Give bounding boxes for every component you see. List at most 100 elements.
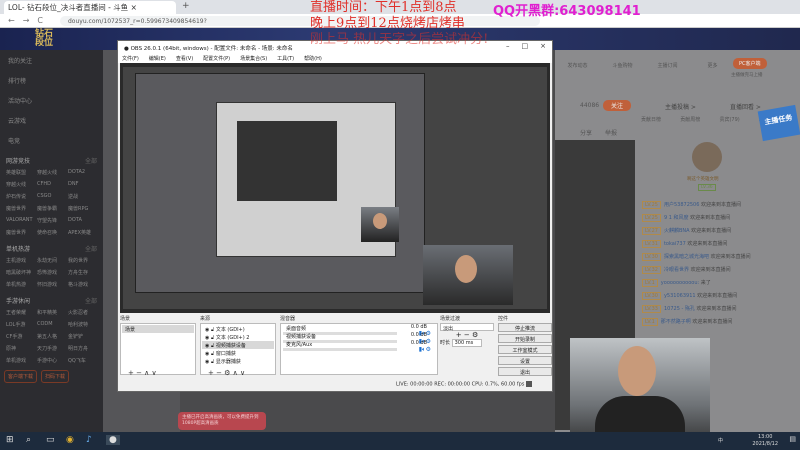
group-more-link[interactable]: 全部	[85, 296, 97, 305]
chrome-icon[interactable]: ◉	[66, 435, 74, 445]
sidebar-item-esports[interactable]: 电竞	[0, 130, 103, 150]
category-link[interactable]: 和平精英	[37, 309, 66, 316]
source-item[interactable]: ◉ 🔓︎ 显示器捕获	[202, 357, 274, 365]
source-toolbar[interactable]: + − ⚙ ∧ ∨	[205, 368, 248, 377]
category-link[interactable]: 单机热游	[6, 281, 35, 288]
ime-indicator[interactable]: 中	[718, 437, 723, 444]
chat-username[interactable]: y531063911	[664, 293, 696, 299]
settings-button[interactable]: 设置	[498, 356, 552, 365]
chat-username[interactable]: yoooooooooou:	[661, 280, 699, 286]
category-link[interactable]: 逆战	[68, 193, 97, 200]
reload-icon[interactable]: C	[37, 16, 43, 25]
category-link[interactable]: 穿越火线	[6, 181, 35, 188]
category-link[interactable]: 炉石传说	[6, 193, 35, 200]
eye-icon[interactable]: ◉	[205, 359, 209, 365]
category-link[interactable]: 火影忍者	[68, 309, 97, 316]
category-link[interactable]: 暗黑破坏神	[6, 269, 35, 276]
search-icon[interactable]: ⌕	[26, 435, 31, 445]
category-link[interactable]: 原神	[6, 345, 35, 352]
eye-icon[interactable]: ◉	[205, 327, 209, 333]
stop-streaming-button[interactable]: 停止推流	[498, 323, 552, 332]
quality-toast[interactable]: 主播已开启高清画质，可以免费提升到1080P超高清画质	[178, 412, 266, 430]
category-link[interactable]: DNF	[68, 181, 97, 188]
source-item[interactable]: ◉ 🔓︎ 窗口捕获	[202, 349, 274, 357]
category-link[interactable]: 格斗游戏	[68, 281, 97, 288]
lock-icon[interactable]: 🔓︎	[211, 359, 214, 365]
scene-toolbar[interactable]: + − ∧ ∨	[125, 368, 160, 377]
close-tab-icon[interactable]: ×	[131, 3, 137, 12]
source-item[interactable]: ◉ 🔓︎ 文本 (GDI+)	[202, 325, 274, 333]
duration-input[interactable]: 300 ms	[451, 339, 483, 347]
eye-icon[interactable]: ◉	[205, 343, 209, 349]
eye-icon[interactable]: ◉	[205, 351, 209, 357]
shop-button[interactable]: 斗鱼购物	[600, 62, 645, 69]
host-submission-link[interactable]: 主播投稿 >	[665, 102, 696, 111]
start-recording-button[interactable]: 开始录制	[498, 334, 552, 343]
category-link[interactable]: 魔兽世界	[6, 205, 35, 212]
menu-profile[interactable]: 配置文件(P)	[203, 56, 230, 62]
menu-edit[interactable]: 编辑(E)	[149, 56, 166, 62]
category-link[interactable]: 穿越火线	[37, 169, 66, 176]
chat-username[interactable]: 10725 - 殇孔	[664, 306, 695, 312]
more-button[interactable]: 更多	[690, 62, 735, 69]
windows-start-icon[interactable]: ⊞	[6, 435, 14, 445]
category-link[interactable]: APEX英雄	[68, 229, 97, 236]
menu-view[interactable]: 查看(V)	[176, 56, 193, 62]
category-link[interactable]: 明日方舟	[68, 345, 97, 352]
minimize-icon[interactable]: –	[506, 42, 510, 50]
menu-tools[interactable]: 工具(T)	[277, 56, 294, 62]
studio-mode-button[interactable]: 工作室模式	[498, 345, 552, 354]
category-link[interactable]: DOTA	[68, 217, 97, 224]
chat-username[interactable]: 用户53872506	[664, 202, 699, 208]
source-item[interactable]: ◉ 🔓︎ 文本 (GDI+) 2	[202, 333, 274, 341]
category-link[interactable]: VALORANT	[6, 217, 35, 224]
post-dynamic-button[interactable]: 发布动态	[555, 62, 600, 69]
category-link[interactable]: 我的世界	[68, 257, 97, 264]
forward-icon[interactable]: →	[23, 16, 30, 25]
browser-tab[interactable]: LOL- 钻石段位_决斗者直播间 - 斗鱼 ×	[4, 1, 176, 14]
subscribe-button[interactable]: 主播订阅	[645, 62, 690, 69]
clock[interactable]: 13:00 2021/8/12	[752, 434, 778, 448]
transition-toolbar[interactable]: + − ⚙	[440, 331, 494, 339]
category-link[interactable]: 金铲铲	[68, 333, 97, 340]
scan-download-button[interactable]: 扫码下载	[41, 370, 70, 383]
category-link[interactable]: 主机游戏	[6, 257, 35, 264]
tab-vip[interactable]: 贵宾(79)	[719, 116, 739, 123]
category-link[interactable]: 哈利波特	[68, 321, 97, 328]
sidebar-item-events[interactable]: 活动中心	[0, 90, 103, 110]
category-link[interactable]: CFHD	[37, 181, 66, 188]
eye-icon[interactable]: ◉	[205, 335, 209, 341]
category-link[interactable]: DOTA2	[68, 169, 97, 176]
chat-username[interactable]: 火麒麟BNA	[664, 228, 690, 234]
transition-select[interactable]: 淡出	[440, 323, 494, 332]
download-client-button[interactable]: 客户端下载	[4, 370, 38, 383]
report-link[interactable]: 举报	[605, 128, 617, 137]
chat-username[interactable]: 探索黑暗之城光海吧	[664, 254, 709, 260]
chat-username[interactable]: 9 1 和风度	[664, 215, 689, 221]
menu-file[interactable]: 文件(F)	[122, 56, 139, 62]
sidebar-item-cloud-game[interactable]: 云游戏	[0, 110, 103, 130]
app-icon[interactable]: ♪	[86, 435, 92, 445]
lock-icon[interactable]: 🔓︎	[211, 335, 214, 341]
source-item[interactable]: ◉ 🔓︎ 视频捕获设备	[202, 341, 274, 349]
category-link[interactable]: QQ飞车	[68, 357, 97, 364]
category-link[interactable]: 英雄联盟	[6, 169, 35, 176]
category-link[interactable]: 魔兽争霸	[37, 205, 66, 212]
back-icon[interactable]: ←	[8, 16, 15, 25]
menu-help[interactable]: 帮助(H)	[304, 56, 322, 62]
category-link[interactable]: 魔兽世界	[6, 229, 35, 236]
sidebar-item-rank[interactable]: 排行榜	[0, 70, 103, 90]
category-link[interactable]: LOL手游	[6, 321, 35, 328]
lock-icon[interactable]: 🔓︎	[211, 351, 214, 357]
volume-slider[interactable]	[283, 348, 397, 351]
sidebar-item-follow[interactable]: 我的关注	[0, 50, 103, 70]
chat-username[interactable]: tokai737	[664, 241, 686, 247]
obs-preview[interactable]	[120, 63, 550, 313]
category-link[interactable]: CF手游	[6, 333, 35, 340]
chat-username[interactable]: 冷眼看世界	[664, 267, 689, 273]
category-link[interactable]: 永劫无间	[37, 257, 66, 264]
group-more-link[interactable]: 全部	[85, 156, 97, 165]
chat-username[interactable]: 那不然路子啊	[661, 319, 691, 325]
scene-item[interactable]: 场景	[122, 325, 194, 333]
host-task-badge[interactable]: 主播任务	[757, 104, 800, 142]
